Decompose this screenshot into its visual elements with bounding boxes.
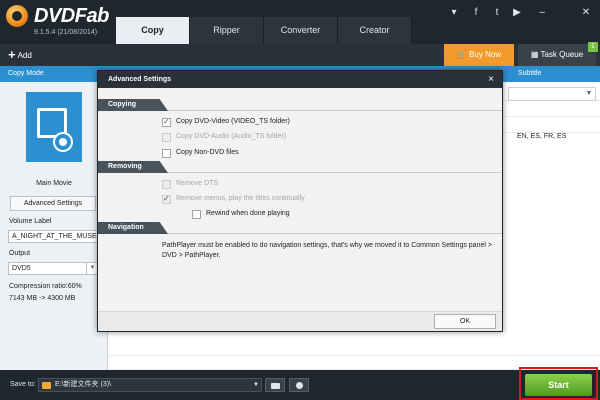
- app-logo-text: DVDFab: [34, 5, 109, 27]
- section-navigation: Navigation: [98, 222, 502, 234]
- section-copying-label: Copying: [98, 99, 168, 111]
- save-to-path-field[interactable]: E:\新建文件夹 (3)\: [38, 378, 262, 392]
- folder-icon: [42, 382, 51, 389]
- facebook-icon[interactable]: f: [470, 7, 482, 19]
- copy-dvd-video-checkbox[interactable]: [162, 117, 171, 127]
- volume-label-title: Volume Label: [9, 218, 52, 225]
- volume-label-input[interactable]: A_NIGHT_AT_THE_MUSE: [8, 230, 98, 243]
- chevron-down-icon[interactable]: ▼: [582, 87, 596, 101]
- browse-folder-button[interactable]: [265, 378, 285, 392]
- start-button[interactable]: Start: [525, 374, 592, 396]
- task-queue-label: Task Queue: [540, 50, 584, 59]
- cart-icon: 🛒: [456, 50, 470, 59]
- rewind-label: Rewind when done playing: [206, 210, 290, 217]
- youtube-icon[interactable]: ▶: [511, 7, 523, 19]
- task-queue-button[interactable]: ▦ Task Queue: [518, 44, 596, 66]
- twitter-icon[interactable]: t: [491, 7, 503, 19]
- remove-menus-label: Remove menus, play the titles continuall…: [176, 195, 305, 202]
- save-to-label: Save to:: [10, 381, 36, 388]
- add-button-label: Add: [17, 51, 32, 60]
- close-icon[interactable]: ✕: [580, 7, 592, 19]
- disc-icon: [55, 134, 71, 150]
- main-tabs: Copy Ripper Converter Creator: [116, 17, 412, 44]
- dialog-title-bar: Advanced Settings ×: [98, 71, 502, 88]
- copy-dvd-video-label: Copy DVD-Video (VIDEO_TS folder): [176, 118, 290, 125]
- copy-mode-header: Copy Mode: [8, 70, 44, 77]
- tab-ripper[interactable]: Ripper: [190, 17, 264, 44]
- buy-now-button[interactable]: 🛒 Buy Now: [444, 44, 514, 66]
- tab-converter[interactable]: Converter: [264, 17, 338, 44]
- compression-ratio: Compression ratio:60%: [9, 283, 82, 290]
- output-title: Output: [9, 250, 31, 257]
- subtitle-languages: EN, ES, FR, ES: [517, 133, 567, 140]
- section-navigation-label: Navigation: [98, 222, 168, 234]
- toolbar: + Add 🛒 Buy Now ▦ Task Queue: [0, 44, 600, 66]
- section-copying: Copying: [98, 99, 502, 111]
- copy-non-dvd-label: Copy Non-DVD files: [176, 149, 239, 156]
- remove-dts-checkbox: [162, 180, 171, 189]
- dropdown-icon[interactable]: ▾: [448, 7, 460, 19]
- subtitle-column-header: Subtitle: [518, 70, 542, 77]
- ok-button[interactable]: OK: [434, 314, 496, 329]
- tab-copy[interactable]: Copy: [116, 17, 190, 44]
- buy-now-label: Buy Now: [469, 50, 502, 59]
- rewind-checkbox[interactable]: [192, 210, 201, 219]
- copy-mode-name: Main Movie: [36, 180, 72, 187]
- minimize-icon[interactable]: –: [536, 7, 548, 19]
- section-removing: Removing: [98, 161, 502, 173]
- dvdfab-logo-icon: [6, 5, 28, 27]
- advanced-settings-button[interactable]: Advanced Settings: [10, 196, 96, 211]
- section-removing-label: Removing: [98, 161, 168, 173]
- app-version: 9.1.5.4 (21/08/2014): [34, 29, 98, 36]
- output-select[interactable]: DVD5: [8, 262, 98, 275]
- iso-output-button[interactable]: [289, 378, 309, 392]
- add-button[interactable]: + Add: [8, 46, 52, 63]
- plus-icon: +: [8, 47, 16, 62]
- copy-non-dvd-checkbox[interactable]: [162, 149, 171, 158]
- remove-menus-checkbox: [162, 194, 171, 204]
- task-queue-count-badge: 1: [588, 42, 598, 52]
- copy-dvd-audio-checkbox: [162, 133, 171, 142]
- copy-dvd-audio-label: Copy DVD-Audio (Audio_TS folder): [176, 133, 287, 140]
- size-info: 7143 MB -> 4300 MB: [9, 295, 76, 302]
- dialog-title: Advanced Settings: [108, 76, 172, 83]
- dialog-close-icon[interactable]: ×: [484, 73, 498, 86]
- chevron-down-icon[interactable]: ▼: [250, 378, 262, 392]
- tab-creator[interactable]: Creator: [338, 17, 412, 44]
- advanced-settings-dialog: Advanced Settings × Copying Copy DVD-Vid…: [97, 70, 503, 332]
- navigation-note: PathPlayer must be enabled to do navigat…: [162, 242, 492, 259]
- remove-dts-label: Remove DTS: [176, 180, 219, 187]
